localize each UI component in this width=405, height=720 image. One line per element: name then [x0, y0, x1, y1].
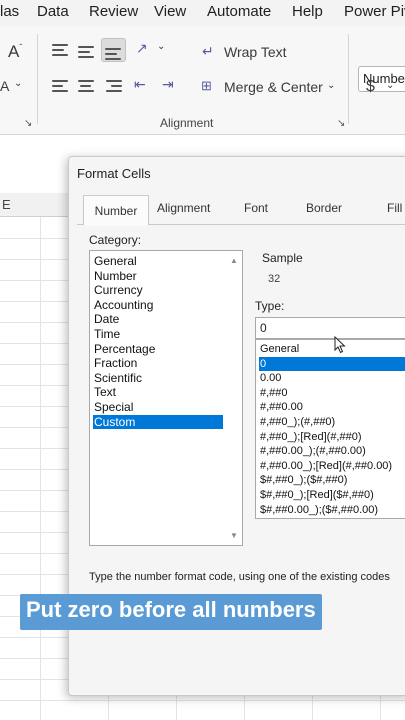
menu-automate[interactable]: Automate: [207, 3, 271, 20]
scroll-up-icon[interactable]: ▲: [230, 256, 238, 265]
type-input[interactable]: 0: [255, 317, 405, 339]
menu-power-pivot[interactable]: Power Piv: [344, 3, 405, 20]
grid-column-line: [40, 217, 41, 720]
align-right-icon[interactable]: [106, 80, 122, 94]
format-code-item[interactable]: #,##0.00_);(#,##0.00): [259, 444, 405, 459]
sample-group: Sample 32: [255, 245, 405, 291]
align-bottom-icon: [105, 48, 121, 62]
increase-font-size-button[interactable]: Aˆ: [8, 42, 22, 62]
category-scrollbar[interactable]: ▲ ▼: [227, 251, 242, 545]
format-code-item[interactable]: 0: [259, 356, 405, 372]
wrap-text-button[interactable]: Wrap Text: [224, 44, 287, 60]
category-item[interactable]: Accounting: [93, 298, 223, 313]
category-item[interactable]: Number: [93, 269, 223, 284]
merge-center-icon: ⊞: [201, 78, 212, 93]
align-middle-icon[interactable]: [78, 46, 94, 60]
sample-value: 32: [268, 273, 281, 285]
category-item[interactable]: Currency: [93, 283, 223, 298]
format-code-item[interactable]: #,##0.00: [259, 400, 405, 415]
format-code-list[interactable]: General 0 0.00 #,##0 #,##0.00 #,##0_);(#,##0)…: [255, 339, 405, 519]
dialog-tabs: Number Alignment Font Border Fill: [77, 195, 405, 226]
ribbon-divider: [348, 34, 349, 124]
wrap-text-icon: ↵: [202, 43, 214, 59]
align-top-icon[interactable]: [52, 44, 68, 58]
alignment-group-label: Alignment: [160, 116, 214, 130]
alignment-dialog-launcher-icon[interactable]: ↘: [337, 118, 345, 129]
merge-center-button[interactable]: Merge & Center: [224, 79, 323, 95]
video-caption: Put zero before all numbers: [20, 594, 322, 630]
column-header-e[interactable]: E: [2, 197, 11, 212]
category-item[interactable]: Custom: [93, 414, 223, 430]
merge-chevron-icon[interactable]: ⌄: [327, 80, 335, 91]
currency-chevron-icon[interactable]: ⌄: [386, 80, 394, 91]
tab-alignment[interactable]: Alignment: [157, 201, 210, 215]
menu-view[interactable]: View: [154, 3, 186, 20]
format-code-item[interactable]: #,##0.00_);[Red](#,##0.00): [259, 459, 405, 474]
increase-indent-icon[interactable]: ⇥: [162, 76, 174, 93]
format-code-item[interactable]: #,##0: [259, 386, 405, 401]
category-item[interactable]: Time: [93, 327, 223, 342]
orientation-icon[interactable]: ↗: [136, 40, 148, 57]
align-center-icon[interactable]: [78, 80, 94, 94]
menu-formulas[interactable]: las: [0, 3, 19, 20]
type-label: Type:: [255, 299, 285, 313]
format-code-item[interactable]: #,##0_);(#,##0): [259, 415, 405, 430]
category-item[interactable]: Percentage: [93, 342, 223, 357]
tab-fill[interactable]: Fill: [387, 201, 402, 215]
mouse-cursor-icon: [334, 336, 346, 354]
format-code-item[interactable]: General: [259, 342, 405, 357]
menu-bar: las Data Review View Automate Help Power…: [0, 0, 405, 26]
format-hint-text: Type the number format code, using one o…: [89, 571, 390, 583]
category-label: Category:: [89, 233, 142, 247]
dialog-title: Format Cells: [77, 166, 151, 181]
tab-font[interactable]: Font: [244, 201, 268, 215]
format-code-item[interactable]: $#,##0_);($#,##0): [259, 473, 405, 488]
ribbon: Aˆ A ⌄ ↗ ⌄ ⇤ ⇥ ↵ Wrap Text ⊞ Merge & Cen…: [0, 26, 405, 135]
tab-border[interactable]: Border: [306, 201, 342, 215]
scroll-down-icon[interactable]: ▼: [230, 531, 238, 540]
menu-review[interactable]: Review: [89, 3, 138, 20]
category-item[interactable]: Special: [93, 400, 223, 415]
category-item[interactable]: General: [93, 254, 223, 269]
category-item[interactable]: Text: [93, 385, 223, 400]
decrease-indent-icon[interactable]: ⇤: [134, 76, 146, 93]
category-item[interactable]: Scientific: [93, 371, 223, 386]
chevron-down-icon[interactable]: ⌄: [14, 78, 22, 89]
category-list[interactable]: General Number Currency Accounting Date Time P…: [89, 250, 243, 546]
format-code-item[interactable]: 0.00: [259, 371, 405, 386]
font-dialog-launcher-icon[interactable]: ↘: [24, 118, 32, 129]
currency-button[interactable]: $: [366, 78, 375, 96]
menu-help[interactable]: Help: [292, 3, 323, 20]
font-color-button[interactable]: A: [0, 78, 9, 94]
ribbon-divider: [37, 34, 38, 124]
align-left-icon[interactable]: [52, 80, 68, 94]
format-code-item[interactable]: #,##0_);[Red](#,##0): [259, 430, 405, 445]
format-code-item[interactable]: $#,##0.00_);($#,##0.00): [259, 503, 405, 518]
category-item[interactable]: Date: [93, 312, 223, 327]
tab-number[interactable]: Number: [83, 195, 149, 226]
orientation-chevron-icon[interactable]: ⌄: [157, 41, 165, 52]
format-code-item[interactable]: $#,##0_);[Red]($#,##0): [259, 488, 405, 503]
menu-data[interactable]: Data: [37, 3, 69, 20]
sample-label: Sample: [262, 251, 303, 265]
grid-row-line: [0, 700, 405, 701]
category-item[interactable]: Fraction: [93, 356, 223, 371]
